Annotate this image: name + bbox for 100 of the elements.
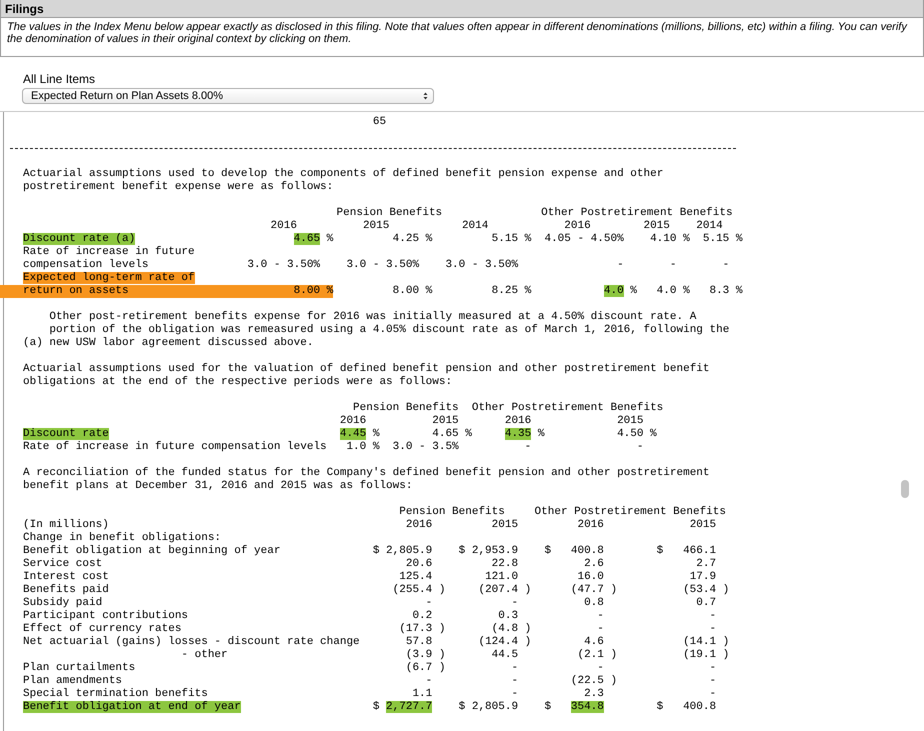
table-value: 0.7 xyxy=(696,597,716,609)
column-group-heading: Pension Benefits xyxy=(336,207,442,219)
row-label: Participant contributions xyxy=(23,610,188,622)
table-value: (22.5 xyxy=(570,675,604,687)
table-value: - xyxy=(670,259,676,271)
highlighted-value[interactable]: 2,727.7 xyxy=(386,701,432,713)
table-value: - xyxy=(597,623,604,635)
value-suffix: % xyxy=(326,233,334,245)
table-value: 2,805.9 xyxy=(472,701,518,713)
line-items-select[interactable]: Expected Return on Plan Assets 8.00% xyxy=(22,88,434,104)
highlighted-value[interactable]: 4.65 xyxy=(294,233,320,245)
table-value: 4.05 - 4.50% xyxy=(544,233,624,245)
row-label: Interest cost xyxy=(23,571,109,583)
table-value: - xyxy=(709,610,716,622)
value-suffix: ) xyxy=(438,662,446,674)
value-suffix: ) xyxy=(610,675,618,687)
currency-sign: $ xyxy=(656,701,664,714)
currency-sign: $ xyxy=(458,545,466,558)
page-number: 65 xyxy=(372,116,386,128)
table-value: 4.65 xyxy=(432,428,459,440)
currency-sign: $ xyxy=(544,545,552,558)
table-value: - xyxy=(709,662,716,674)
table-value: 5.15 xyxy=(492,233,518,245)
table-value: 4.0 xyxy=(656,285,676,297)
table-value: 125.4 xyxy=(399,571,432,583)
table-value: - xyxy=(597,610,604,622)
table-value: - xyxy=(511,688,518,700)
value-suffix: % xyxy=(465,428,472,440)
table-value: (47.7 xyxy=(570,584,604,596)
table-value: 3.0 - 3.5% xyxy=(392,441,459,453)
value-suffix: ) xyxy=(524,623,532,635)
table-value: 4.6 xyxy=(584,636,604,648)
dropdown-caret-icon xyxy=(423,92,428,100)
highlighted-value[interactable]: 4.0 xyxy=(604,285,624,297)
table-value: (3.9 xyxy=(406,649,432,661)
highlighted-label[interactable]: Expected long-term rate of xyxy=(23,272,195,284)
value-suffix: ) xyxy=(524,636,532,648)
table-value: 0.8 xyxy=(584,597,604,609)
value-suffix: ) xyxy=(722,636,730,648)
table-value: - xyxy=(511,662,518,674)
value-suffix: % xyxy=(524,285,532,297)
table-value: - xyxy=(617,259,624,271)
paragraph-text: Actuarial assumptions used for the valuation of defined benefit pension and other postretirement benefit obligations at the end of the respective periods were as follows: xyxy=(23,363,710,389)
row-label: Special termination benefits xyxy=(23,688,208,700)
column-year: 2016 xyxy=(340,415,366,427)
table-value: - xyxy=(636,441,644,453)
table-value: (14.1 xyxy=(683,636,716,648)
highlighted-value[interactable]: 8.00 xyxy=(294,285,320,297)
table-value: 466.1 xyxy=(683,545,716,557)
table-value: - xyxy=(597,662,604,674)
highlighted-label[interactable]: Benefit obligation at end of year xyxy=(23,701,241,713)
footnote-text: Other post-retirement benefits expense for 2016 was initially measured at a 4.50% discount rate. A portion of the obligation was remeasured using a 4.05% discount rate as of March 1, 2016, following the new USW labor agreement discussed above. xyxy=(49,311,730,350)
table-value: 4.25 xyxy=(392,233,420,245)
units-note: (In millions) xyxy=(23,519,109,531)
value-suffix: % xyxy=(736,233,742,245)
highlighted-value[interactable]: 4.45 xyxy=(340,428,366,440)
table-value: 400.8 xyxy=(683,701,716,713)
table-value: 0.3 xyxy=(498,610,518,622)
table-value: 3.0 - 3.50% xyxy=(247,259,320,271)
paragraph-text: A reconciliation of the funded status for the Company's defined benefit pension and other postretirement benefit plans at December 31, 2016 and 2015 was as follows: xyxy=(23,467,710,493)
table-value: 4.10 xyxy=(650,233,676,245)
highlighted-value[interactable]: 354.8 xyxy=(570,701,604,713)
value-suffix: ) xyxy=(722,649,730,661)
column-year: 2015 xyxy=(617,415,644,427)
highlighted-label[interactable]: Discount rate xyxy=(23,428,109,440)
table-value: (2.1 xyxy=(577,649,604,661)
scrollbar-thumb[interactable] xyxy=(901,480,909,498)
highlighted-label[interactable]: Discount rate (a) xyxy=(23,233,136,245)
row-label: Effect of currency rates xyxy=(23,623,182,635)
table-value: (124.4 xyxy=(478,636,518,648)
table-value: 8.00 xyxy=(392,285,420,297)
column-year: 2016 xyxy=(564,220,591,232)
table-value: 3.0 - 3.50% xyxy=(445,259,518,271)
currency-sign: $ xyxy=(656,545,664,558)
line-items-label: All Line Items xyxy=(22,72,96,86)
column-year: 2016 xyxy=(270,220,297,232)
value-suffix: ) xyxy=(438,623,446,635)
row-label: Plan amendments xyxy=(23,675,122,687)
column-group-heading: Other Postretirement Benefits xyxy=(472,402,664,414)
value-suffix: % xyxy=(372,441,380,453)
table-value: 2,953.9 xyxy=(472,545,518,557)
value-suffix: % xyxy=(524,233,532,245)
table-value: 44.5 xyxy=(492,649,518,661)
row-label: Change in benefit obligations: xyxy=(23,532,222,544)
notice-text: The values in the Index Menu below appear exactly as disclosed in this filing. Note that values often appear in different denominations (millions, billions, etc) within a filing. You can verify the denomination of values in their original context by clicking on them. xyxy=(7,21,908,45)
table-value: 5.15 xyxy=(702,233,730,245)
value-suffix: % xyxy=(426,285,432,297)
table-value: 8.3 xyxy=(709,285,730,297)
table-value: 0.2 xyxy=(412,610,432,622)
table-value: (6.7 xyxy=(406,662,432,674)
column-year: 2016 xyxy=(504,415,532,427)
row-label: Rate of increase in future xyxy=(23,246,195,258)
value-suffix: % xyxy=(650,428,657,440)
row-label: Service cost xyxy=(23,558,102,570)
highlighted-label[interactable]: return on assets xyxy=(0,285,248,298)
table-value: 2.6 xyxy=(584,558,604,570)
table-value: 121.0 xyxy=(485,571,518,583)
column-year: 2016 xyxy=(406,519,432,531)
table-value: - xyxy=(709,688,716,700)
highlighted-value[interactable]: 4.35 xyxy=(504,428,532,440)
